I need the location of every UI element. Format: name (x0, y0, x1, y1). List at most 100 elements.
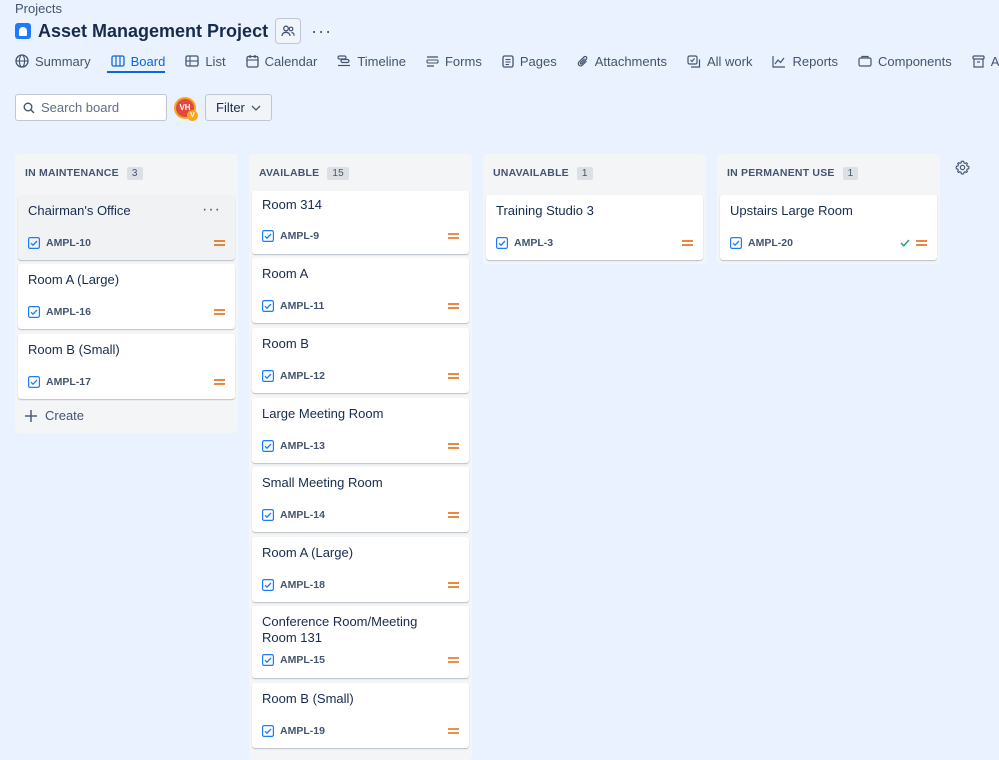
card-footer: AMPL-16 (28, 305, 225, 319)
card[interactable]: Room B (Small) AMPL-19 (252, 683, 469, 748)
plus-icon (25, 409, 37, 422)
card-title: Small Meeting Room (262, 475, 383, 490)
card-title: Upstairs Large Room (730, 203, 853, 218)
priority-medium-icon (448, 512, 459, 518)
filter-button[interactable]: Filter (205, 94, 272, 121)
card[interactable]: Small Meeting Room AMPL-14 (252, 467, 469, 532)
tab-reports[interactable]: Reports (772, 50, 838, 72)
column-header: UNAVAILABLE 1 (483, 154, 706, 192)
create-button[interactable]: Create (25, 408, 84, 423)
priority-medium-icon (682, 240, 693, 246)
create-label: Create (45, 408, 85, 423)
tab-label: Timeline (357, 53, 406, 69)
column-title: IN MAINTENANCE (25, 167, 119, 179)
card-footer: AMPL-15 (262, 653, 459, 667)
column-count: 15 (327, 166, 349, 180)
board-icon (110, 55, 125, 67)
task-checkbox-icon (28, 376, 40, 388)
card-key: AMPL-3 (514, 237, 554, 249)
task-checkbox-icon (262, 230, 274, 242)
tab-all-work[interactable]: All work (687, 50, 753, 72)
paperclip-icon (577, 55, 588, 66)
priority-medium-icon (448, 303, 459, 309)
card[interactable]: Conference Room/Meeting Room 131 AMPL-15 (252, 606, 469, 678)
people-icon (281, 25, 295, 37)
card[interactable]: Room B AMPL-12 (252, 328, 469, 393)
priority-medium-icon (214, 240, 225, 246)
tab-label: Components (878, 53, 952, 69)
tab-label: Reports (792, 53, 839, 69)
priority-medium-icon (214, 309, 225, 315)
breadcrumb[interactable]: Projects (15, 1, 62, 16)
tab-label: Forms (444, 53, 482, 69)
task-checkbox-icon (262, 440, 274, 452)
card-key: AMPL-19 (280, 725, 325, 737)
card-title: Room 314 (262, 197, 322, 212)
tab-pages[interactable]: Pages (502, 50, 557, 72)
forms-icon (426, 55, 439, 67)
avatar[interactable]: VH V (174, 96, 198, 121)
card-title: Room B (Small) (28, 342, 120, 357)
tab-list[interactable]: List (185, 50, 226, 72)
column-title: IN PERMANENT USE (727, 167, 835, 179)
card-footer: AMPL-9 (262, 229, 459, 243)
timeline-icon (337, 55, 351, 67)
column-count: 1 (576, 166, 593, 180)
task-checkbox-icon (262, 654, 274, 666)
archive-icon (972, 54, 985, 68)
card-key: AMPL-14 (280, 509, 325, 521)
card-footer: AMPL-10 (28, 236, 225, 250)
tab-label: Attachments (594, 53, 667, 69)
search-box[interactable] (15, 94, 167, 121)
card-footer: AMPL-14 (262, 508, 459, 522)
tab-summary[interactable]: Summary (15, 50, 91, 72)
card[interactable]: Upstairs Large Room AMPL-20 (720, 195, 937, 260)
card-footer: AMPL-12 (262, 369, 459, 383)
card-title: Large Meeting Room (262, 406, 384, 421)
card[interactable]: Room A AMPL-11 (252, 258, 469, 323)
tab-timeline[interactable]: Timeline (337, 50, 406, 72)
card-key: AMPL-18 (280, 579, 325, 591)
tab-board[interactable]: Board (110, 50, 165, 72)
tab-components[interactable]: Components (858, 50, 952, 72)
project-header: Asset Management Project ··· (15, 18, 332, 44)
search-input[interactable] (41, 100, 161, 115)
chevron-down-icon (251, 105, 261, 111)
card-key: AMPL-9 (280, 230, 320, 242)
card[interactable]: Room 314 AMPL-9 (252, 191, 469, 254)
board-settings-button[interactable] (952, 157, 972, 177)
card-footer: AMPL-11 (262, 299, 459, 313)
card[interactable]: Room A (Large) AMPL-16 (18, 264, 235, 329)
filter-label: Filter (216, 100, 245, 115)
done-check-icon (900, 239, 910, 247)
column-title: UNAVAILABLE (493, 167, 569, 179)
card[interactable]: Chairman's Office ··· AMPL-10 (18, 195, 235, 260)
priority-medium-icon (448, 373, 459, 379)
team-button[interactable] (275, 18, 302, 44)
board-toolbar: VH V Filter (15, 94, 272, 121)
card[interactable]: Large Meeting Room AMPL-13 (252, 398, 469, 463)
card-title: Room A (Large) (262, 545, 354, 560)
card[interactable]: Room A (Large) AMPL-18 (252, 537, 469, 602)
priority-medium-icon (448, 657, 459, 663)
page-title: Asset Management Project (38, 20, 269, 41)
tab-forms[interactable]: Forms (426, 50, 482, 72)
card[interactable]: Training Studio 3 AMPL-3 (486, 195, 703, 260)
avatar-badge: V (187, 109, 198, 121)
card-footer: AMPL-17 (28, 375, 225, 389)
card-footer: AMPL-13 (262, 439, 459, 453)
priority-medium-icon (448, 728, 459, 734)
tab-label: Summary (35, 53, 91, 69)
task-checkbox-icon (28, 237, 40, 249)
globe-icon (15, 54, 29, 68)
tab-attachments[interactable]: Attachments (577, 50, 667, 72)
tab-archive[interactable]: Arch (972, 50, 999, 72)
list-icon (185, 55, 199, 67)
more-actions-button[interactable]: ··· (311, 22, 332, 40)
card[interactable]: Room B (Small) AMPL-17 (18, 334, 235, 399)
tab-calendar[interactable]: Calendar (245, 50, 318, 72)
tab-label: All work (706, 53, 753, 69)
task-checkbox-icon (262, 370, 274, 382)
card-more-button[interactable]: ··· (202, 201, 221, 219)
tab-label: Calendar (264, 53, 318, 69)
